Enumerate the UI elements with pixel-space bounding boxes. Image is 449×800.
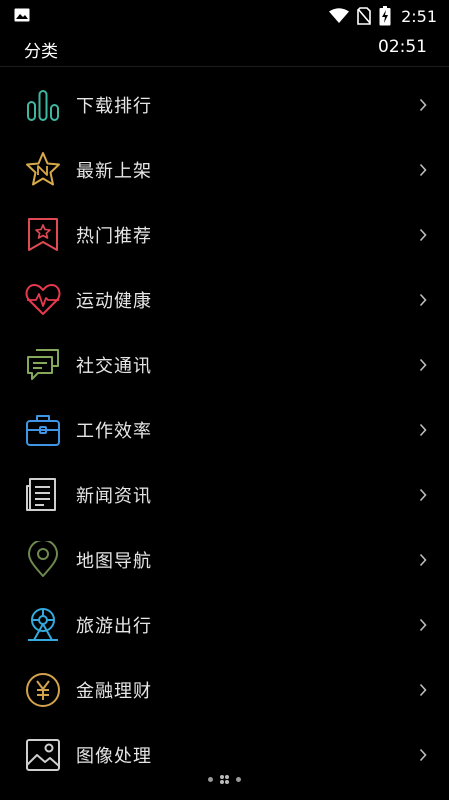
category-item-map-navigation[interactable]: 地图导航 bbox=[0, 527, 449, 592]
app-header: 分类 02:51 bbox=[0, 32, 449, 67]
category-label: 地图导航 bbox=[76, 550, 152, 572]
category-label: 下载排行 bbox=[76, 95, 152, 117]
category-label: 热门推荐 bbox=[76, 225, 152, 247]
category-item-hot-recommend[interactable]: 热门推荐 bbox=[0, 202, 449, 267]
chevron-right-icon bbox=[419, 748, 427, 761]
battery-charging-icon bbox=[379, 6, 391, 26]
picture-icon bbox=[24, 736, 62, 774]
page-title: 分类 bbox=[24, 42, 58, 62]
chevron-right-icon bbox=[419, 163, 427, 176]
chevron-right-icon bbox=[419, 683, 427, 696]
star-badge-icon bbox=[24, 151, 62, 189]
page-indicator bbox=[0, 773, 449, 785]
map-pin-icon bbox=[24, 540, 62, 579]
newspaper-icon bbox=[24, 476, 62, 514]
chat-bubbles-icon bbox=[24, 346, 62, 384]
ferris-wheel-icon bbox=[24, 606, 62, 644]
chevron-right-icon bbox=[419, 293, 427, 306]
chevron-right-icon bbox=[419, 358, 427, 371]
status-time: 2:51 bbox=[401, 6, 437, 26]
category-label: 新闻资讯 bbox=[76, 485, 152, 507]
image-icon bbox=[14, 8, 30, 22]
category-item-productivity[interactable]: 工作效率 bbox=[0, 397, 449, 462]
category-item-news[interactable]: 新闻资讯 bbox=[0, 462, 449, 527]
category-label: 运动健康 bbox=[76, 290, 152, 312]
category-label: 最新上架 bbox=[76, 160, 152, 182]
chevron-right-icon bbox=[419, 553, 427, 566]
yuan-coin-icon bbox=[24, 671, 62, 709]
category-list: 下载排行 最新上架 热门推荐 运动健康 社交通讯 工作效率 新闻资讯 地图导航 … bbox=[0, 72, 449, 787]
category-item-sports-health[interactable]: 运动健康 bbox=[0, 267, 449, 332]
category-label: 工作效率 bbox=[76, 420, 152, 442]
no-sim-icon bbox=[357, 7, 371, 25]
category-item-new-arrivals[interactable]: 最新上架 bbox=[0, 137, 449, 202]
chevron-right-icon bbox=[419, 618, 427, 631]
status-icons: 2:51 bbox=[329, 4, 437, 28]
category-item-travel[interactable]: 旅游出行 bbox=[0, 592, 449, 657]
category-item-download-ranking[interactable]: 下载排行 bbox=[0, 72, 449, 137]
chevron-right-icon bbox=[419, 98, 427, 111]
page-dot[interactable] bbox=[236, 776, 241, 782]
bar-chart-icon bbox=[24, 86, 62, 124]
briefcase-icon bbox=[24, 411, 62, 449]
status-bar: 2:51 bbox=[0, 0, 449, 32]
category-label: 社交通讯 bbox=[76, 355, 152, 377]
category-item-finance[interactable]: 金融理财 bbox=[0, 657, 449, 722]
bookmark-star-icon bbox=[24, 216, 62, 254]
category-label: 旅游出行 bbox=[76, 615, 152, 637]
category-label: 图像处理 bbox=[76, 745, 152, 767]
category-label: 金融理财 bbox=[76, 680, 152, 702]
heartbeat-icon bbox=[24, 281, 62, 319]
wifi-icon bbox=[329, 8, 350, 23]
category-item-social[interactable]: 社交通讯 bbox=[0, 332, 449, 397]
page-dot-active[interactable] bbox=[220, 774, 229, 784]
chevron-right-icon bbox=[419, 228, 427, 241]
chevron-right-icon bbox=[419, 423, 427, 436]
page-dot[interactable] bbox=[208, 776, 213, 782]
header-time: 02:51 bbox=[378, 37, 427, 57]
chevron-right-icon bbox=[419, 488, 427, 501]
